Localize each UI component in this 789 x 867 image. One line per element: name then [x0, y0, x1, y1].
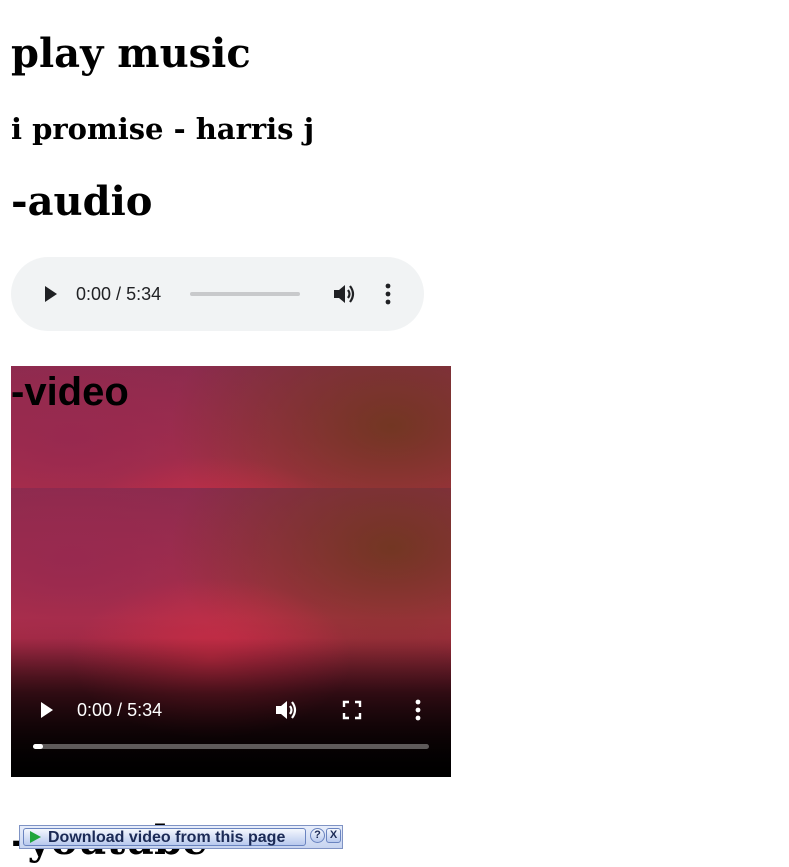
- audio-duration: 5:34: [126, 284, 162, 304]
- play-arrow-icon: [30, 831, 41, 843]
- song-title: i promise - harris j: [11, 112, 315, 146]
- close-button[interactable]: X: [326, 828, 341, 843]
- audio-time-display: 0:00 / 5:34: [76, 283, 161, 305]
- download-video-bar: Download video from this page ? X: [19, 825, 343, 849]
- audio-current-time: 0:00: [76, 284, 112, 304]
- audio-time-separator: /: [111, 284, 127, 304]
- audio-seek-slider[interactable]: [190, 292, 300, 296]
- more-options-icon[interactable]: [408, 697, 428, 723]
- volume-icon[interactable]: [273, 697, 299, 723]
- video-seek-progress: [33, 744, 43, 749]
- volume-icon[interactable]: [331, 281, 357, 307]
- download-video-label: Download video from this page: [48, 829, 286, 846]
- page-title: play music: [11, 30, 251, 77]
- play-icon[interactable]: [39, 283, 61, 305]
- video-duration: 5:34: [127, 700, 163, 720]
- play-icon[interactable]: [35, 699, 57, 721]
- fullscreen-icon[interactable]: [341, 699, 363, 721]
- video-seek-slider[interactable]: [33, 744, 429, 749]
- video-player[interactable]: 0:00 / 5:34: [11, 488, 451, 777]
- audio-player[interactable]: 0:00 / 5:34: [11, 257, 424, 331]
- video-time-display: 0:00 / 5:34: [77, 699, 162, 721]
- video-time-separator: /: [112, 700, 128, 720]
- video-current-time: 0:00: [77, 700, 113, 720]
- more-options-icon[interactable]: [377, 281, 399, 307]
- audio-heading: -audio: [11, 178, 153, 225]
- download-video-button[interactable]: Download video from this page: [23, 828, 306, 846]
- help-button[interactable]: ?: [310, 828, 325, 843]
